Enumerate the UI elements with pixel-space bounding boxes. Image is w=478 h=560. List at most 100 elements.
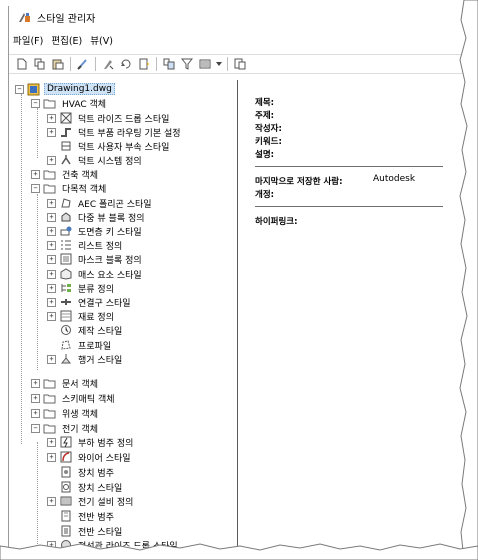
tree-node-layer-key[interactable]: + 도면층 키 스타일 bbox=[47, 224, 144, 238]
expand-toggle[interactable]: + bbox=[47, 452, 56, 462]
tree-node-duct-custom-fitting[interactable]: 덕트 사용자 부속 스타일 bbox=[47, 139, 171, 153]
tree-label: 덕트 부품 라우팅 기본 설정 bbox=[78, 128, 181, 139]
tree-label: 부하 범주 정의 bbox=[78, 438, 134, 449]
expand-toggle[interactable]: + bbox=[31, 408, 40, 418]
tree-node-load-category[interactable]: + 부하 범주 정의 bbox=[47, 435, 135, 449]
collapse-toggle[interactable]: − bbox=[15, 84, 24, 94]
tree-node-schematic[interactable]: + 스키매틱 객체 bbox=[31, 391, 117, 405]
new-icon[interactable] bbox=[15, 57, 29, 71]
tree-node-panel-style[interactable]: 전반 스타일 bbox=[47, 524, 124, 538]
tree-node-mask-block[interactable]: + 마스크 블록 정의 bbox=[47, 252, 144, 266]
tree-node-duct-system[interactable]: + 덕트 시스템 정의 bbox=[47, 153, 144, 167]
sort-icon[interactable] bbox=[137, 57, 151, 71]
tree-node-drawing[interactable]: − Drawing1.dwg bbox=[15, 82, 115, 96]
duct-routing-icon bbox=[59, 126, 72, 139]
expand-toggle[interactable]: + bbox=[47, 226, 56, 236]
expand-toggle[interactable]: + bbox=[47, 437, 56, 447]
material-icon bbox=[59, 310, 72, 323]
fabrication-icon bbox=[59, 324, 72, 337]
tree-node-wire-style[interactable]: + 와이어 스타일 bbox=[47, 450, 133, 464]
author-label: 작성자: bbox=[255, 124, 282, 134]
expand-toggle[interactable]: + bbox=[47, 254, 56, 264]
collapse-toggle[interactable]: − bbox=[31, 423, 40, 433]
menu-file[interactable]: 파일(F) bbox=[9, 33, 47, 47]
filter-icon[interactable] bbox=[180, 57, 194, 71]
connector-icon bbox=[59, 296, 72, 309]
tree-label: 행거 스타일 bbox=[78, 355, 123, 366]
expand-toggle[interactable]: + bbox=[47, 311, 56, 321]
expand-toggle[interactable]: + bbox=[47, 155, 56, 165]
tree-label: 전기 설비 정의 bbox=[78, 497, 134, 508]
tree-node-mass-element[interactable]: + 매스 요소 스타일 bbox=[47, 267, 144, 281]
expand-toggle[interactable]: + bbox=[47, 269, 56, 279]
classification-icon bbox=[59, 282, 72, 295]
toolbar-separator bbox=[95, 57, 96, 71]
folder-icon bbox=[43, 168, 56, 181]
folder-icon bbox=[43, 182, 56, 195]
tree-node-hvac[interactable]: − HVAC 객체 bbox=[31, 96, 108, 110]
toggle-view-icon[interactable] bbox=[162, 57, 176, 71]
expand-toggle[interactable]: + bbox=[47, 496, 56, 506]
expand-toggle[interactable]: + bbox=[31, 378, 40, 388]
expand-toggle[interactable]: + bbox=[47, 198, 56, 208]
style-manager-app-icon bbox=[19, 13, 30, 22]
tree-node-multiview-block[interactable]: + 다중 뷰 블록 정의 bbox=[47, 210, 147, 224]
menu-view[interactable]: 뷰(V) bbox=[86, 33, 117, 47]
tree-node-connector[interactable]: + 연결구 스타일 bbox=[47, 295, 133, 309]
tree-node-documentation[interactable]: + 문서 객체 bbox=[31, 376, 100, 390]
purge-icon[interactable] bbox=[76, 57, 90, 71]
expand-toggle[interactable]: + bbox=[47, 240, 56, 250]
edit-icon[interactable] bbox=[101, 57, 115, 71]
tree-node-hanger[interactable]: + 행거 스타일 bbox=[47, 352, 124, 366]
tree-label: 덕트 시스템 정의 bbox=[78, 156, 142, 167]
tree-node-duct-routing[interactable]: + 덕트 부품 라우팅 기본 설정 bbox=[47, 125, 183, 139]
last-saved-by-label: 마지막으로 저장한 사람: bbox=[255, 177, 343, 187]
tree-node-aec-polygon[interactable]: + AEC 폴리곤 스타일 bbox=[47, 196, 154, 210]
tree-node-building[interactable]: + 건축 객체 bbox=[31, 167, 100, 181]
tree-node-device-category[interactable]: 장치 범주 bbox=[47, 465, 116, 479]
polygon-icon bbox=[59, 197, 72, 210]
tree-node-list-def[interactable]: + 리스트 정의 bbox=[47, 238, 124, 252]
tree-node-device-style[interactable]: 장치 스타일 bbox=[47, 480, 124, 494]
tree-node-duct-riser-drop[interactable]: + 덕트 라이즈 드롭 스타일 bbox=[47, 111, 171, 125]
expand-toggle[interactable]: + bbox=[47, 354, 56, 364]
menu-edit[interactable]: 편집(E) bbox=[47, 33, 86, 47]
set-from-icon[interactable] bbox=[119, 57, 133, 71]
tree-label: Drawing1.dwg bbox=[44, 83, 115, 95]
tree-label: 연결구 스타일 bbox=[78, 298, 131, 309]
tree-node-electrical-equipment[interactable]: + 전기 설비 정의 bbox=[47, 494, 135, 508]
expand-toggle[interactable]: + bbox=[47, 212, 56, 222]
tree-node-panel-category[interactable]: 전반 범주 bbox=[47, 509, 116, 523]
title-bar: 스타일 관리자 bbox=[9, 6, 465, 28]
collapse-toggle[interactable]: − bbox=[31, 98, 40, 108]
drawing-file-icon bbox=[27, 83, 40, 96]
tree-node-classification[interactable]: + 분류 정의 bbox=[47, 281, 116, 295]
expand-toggle[interactable]: + bbox=[31, 393, 40, 403]
paste-icon[interactable] bbox=[51, 57, 65, 71]
expand-toggle[interactable]: + bbox=[47, 297, 56, 307]
tree-label: 전반 스타일 bbox=[78, 527, 123, 538]
tree-label: 제작 스타일 bbox=[78, 326, 123, 337]
tree-node-material[interactable]: + 재료 정의 bbox=[47, 309, 116, 323]
tree-node-multipurpose[interactable]: − 다목적 객체 bbox=[31, 181, 108, 195]
tree-guide-line bbox=[37, 108, 38, 158]
tree-label: 스키매틱 객체 bbox=[62, 394, 115, 405]
expand-toggle[interactable]: + bbox=[47, 127, 56, 137]
copy-icon[interactable] bbox=[33, 57, 47, 71]
view-dropdown-icon[interactable] bbox=[216, 57, 222, 71]
tree-node-plumbing[interactable]: + 위생 객체 bbox=[31, 406, 100, 420]
tree-node-electrical[interactable]: − 전기 객체 bbox=[31, 421, 100, 435]
expand-toggle[interactable]: + bbox=[31, 169, 40, 179]
list-icon[interactable] bbox=[198, 57, 212, 71]
style-tree-panel[interactable]: − Drawing1.dwg − HVAC 객체 + 덕트 라이즈 드롭 스타일… bbox=[9, 80, 238, 548]
tree-node-profile[interactable]: 프로파일 bbox=[47, 338, 113, 352]
expand-toggle[interactable]: + bbox=[47, 283, 56, 293]
help-icon[interactable] bbox=[233, 57, 247, 71]
tree-node-fabrication[interactable]: 제작 스타일 bbox=[47, 323, 124, 337]
expand-toggle[interactable]: + bbox=[47, 113, 56, 123]
title-label: 제목: bbox=[255, 98, 275, 108]
mask-block-icon bbox=[59, 253, 72, 266]
toolbar-separator bbox=[227, 57, 228, 71]
collapse-toggle[interactable]: − bbox=[31, 183, 40, 193]
window-title: 스타일 관리자 bbox=[37, 13, 96, 25]
